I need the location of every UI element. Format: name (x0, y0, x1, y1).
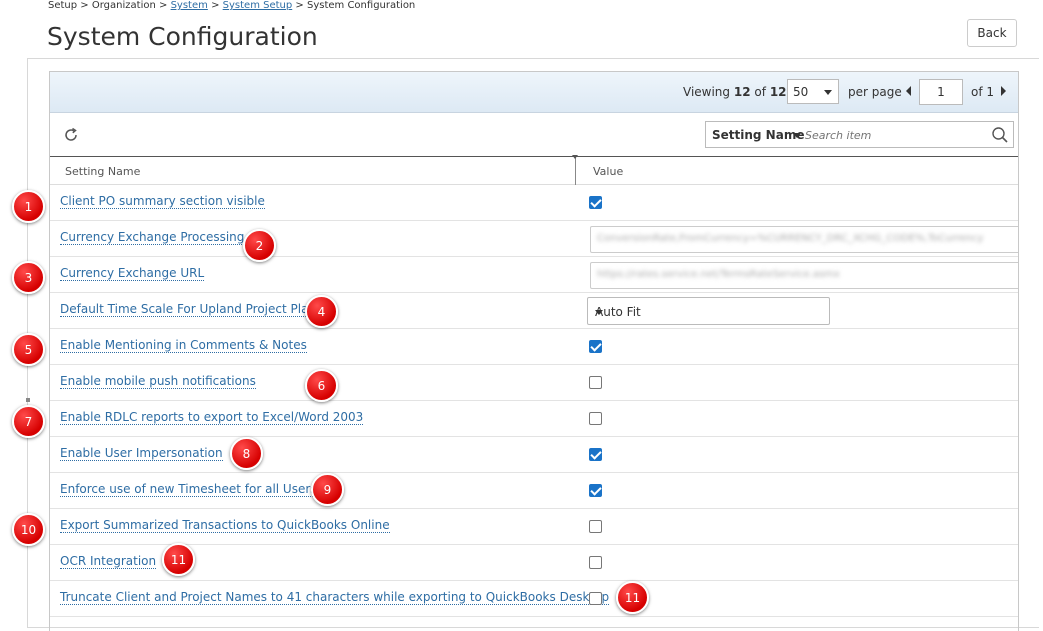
table-row: Enforce use of new Timesheet for all Use… (50, 473, 1018, 509)
setting-text-field[interactable]: ConversionRate,FromCurrency=%CURRENCY_DR… (590, 226, 1018, 253)
setting-text-value: https://rates.service.net/TermsRateServi… (597, 269, 840, 280)
table-row: Enable RDLC reports to export to Excel/W… (50, 401, 1018, 437)
chevron-down-icon[interactable] (793, 133, 801, 138)
per-page-label: per page (848, 85, 902, 99)
setting-checkbox[interactable] (589, 412, 602, 425)
setting-checkbox[interactable] (589, 376, 602, 389)
previous-page-icon[interactable] (906, 86, 911, 96)
setting-checkbox[interactable] (589, 484, 602, 497)
settings-grid: Viewing 12 of 12 50 per page 1 of 1 Sett… (49, 71, 1019, 631)
search-input[interactable] (803, 125, 987, 146)
breadcrumb-separator: > (80, 0, 89, 11)
column-resize-grip-icon (572, 155, 578, 159)
setting-link[interactable]: Truncate Client and Project Names to 41 … (60, 590, 610, 605)
viewing-label: Viewing (683, 85, 731, 99)
setting-link[interactable]: Enforce use of new Timesheet for all Use… (60, 482, 317, 497)
setting-link[interactable]: Currency Exchange URL (60, 266, 205, 281)
page-total-label: of 1 (971, 85, 995, 99)
callout-badge: 3 (12, 261, 45, 294)
setting-checkbox[interactable] (589, 592, 602, 605)
pager-bar: Viewing 12 of 12 50 per page 1 of 1 (50, 72, 1018, 113)
setting-link[interactable]: OCR Integration (60, 554, 157, 569)
table-row: OCR Integration (50, 545, 1018, 581)
search-icon[interactable] (991, 126, 1009, 144)
column-resize-handle[interactable] (575, 157, 576, 185)
back-button[interactable]: Back (967, 19, 1017, 47)
breadcrumb: Setup > Organization > System > System S… (48, 0, 415, 11)
callout-badge: 1 (12, 190, 45, 223)
page-size-select[interactable]: 50 (787, 79, 839, 104)
page-number-input[interactable]: 1 (919, 79, 963, 105)
breadcrumb-separator: > (211, 0, 220, 11)
setting-link[interactable]: Export Summarized Transactions to QuickB… (60, 518, 390, 533)
viewing-total: 12 (769, 85, 787, 99)
table-row: Enable Mentioning in Comments & Notes (50, 329, 1018, 365)
breadcrumb-system-setup-link[interactable]: System Setup (223, 0, 293, 11)
setting-text-field[interactable]: https://rates.service.net/TermsRateServi… (590, 262, 1018, 289)
setting-link[interactable]: Default Time Scale For Upland Project Pl… (60, 302, 336, 317)
table-row: Currency Exchange Processing ConversionR… (50, 221, 1018, 257)
refresh-icon[interactable] (62, 126, 80, 144)
setting-select[interactable]: Auto Fit (587, 297, 830, 325)
callout-badge: 11 (616, 581, 649, 614)
callout-badge: 10 (12, 513, 45, 546)
setting-checkbox[interactable] (589, 520, 602, 533)
breadcrumb-organization: Organization (91, 0, 156, 11)
viewing-summary: Viewing 12 of 12 (683, 85, 787, 99)
table-row: Export Summarized Transactions to QuickB… (50, 509, 1018, 545)
page-size-value: 50 (793, 85, 809, 99)
breadcrumb-system-link[interactable]: System (171, 0, 208, 11)
table-row: Default Time Scale For Upland Project Pl… (50, 293, 1018, 329)
table-row: Enable User Impersonation (50, 437, 1018, 473)
scroll-marker (26, 398, 30, 402)
next-page-icon[interactable] (1001, 86, 1006, 96)
setting-link[interactable]: Enable mobile push notifications (60, 374, 256, 389)
setting-checkbox[interactable] (589, 196, 602, 209)
viewing-count: 12 (733, 85, 751, 99)
chevron-down-icon (824, 90, 832, 95)
column-header-setting-name[interactable]: Setting Name (65, 165, 140, 178)
table-row: Truncate Client and Project Names to 41 … (50, 581, 1018, 617)
search-box: Setting Name (705, 121, 1014, 148)
viewing-of-label: of (754, 85, 766, 99)
callout-badge: 11 (162, 543, 195, 576)
breadcrumb-current: System Configuration (306, 0, 416, 11)
callout-badge: 5 (12, 333, 45, 366)
breadcrumb-setup: Setup (48, 0, 78, 11)
setting-link[interactable]: Enable RDLC reports to export to Excel/W… (60, 410, 364, 425)
table-row: Currency Exchange URL https://rates.serv… (50, 257, 1018, 293)
column-header-value[interactable]: Value (593, 165, 623, 178)
setting-link[interactable]: Enable User Impersonation (60, 446, 223, 461)
callout-badge: 4 (305, 295, 338, 328)
table-row: Enable mobile push notifications (50, 365, 1018, 401)
setting-text-value: ConversionRate,FromCurrency=%CURRENCY_DR… (597, 233, 984, 244)
chevron-down-icon (595, 310, 603, 315)
breadcrumb-separator: > (295, 0, 304, 11)
column-header-row: Setting Name Value (50, 155, 1018, 185)
table-row: Client PO summary section visible (50, 185, 1018, 221)
callout-badge: 8 (230, 437, 263, 470)
callout-badge: 2 (243, 229, 276, 262)
setting-link[interactable]: Client PO summary section visible (60, 194, 265, 209)
callout-badge: 9 (311, 473, 344, 506)
page-title: System Configuration (47, 22, 318, 51)
callout-badge: 6 (305, 369, 338, 402)
setting-checkbox[interactable] (589, 448, 602, 461)
grid-toolbar: Setting Name (50, 113, 1018, 156)
breadcrumb-separator: > (159, 0, 168, 11)
setting-link[interactable]: Enable Mentioning in Comments & Notes (60, 338, 307, 353)
callout-badge: 7 (12, 405, 45, 438)
setting-link[interactable]: Currency Exchange Processing (60, 230, 245, 245)
frame-divider (27, 58, 1039, 59)
setting-checkbox[interactable] (589, 556, 602, 569)
search-field-select[interactable]: Setting Name (712, 128, 804, 142)
setting-checkbox[interactable] (589, 340, 602, 353)
